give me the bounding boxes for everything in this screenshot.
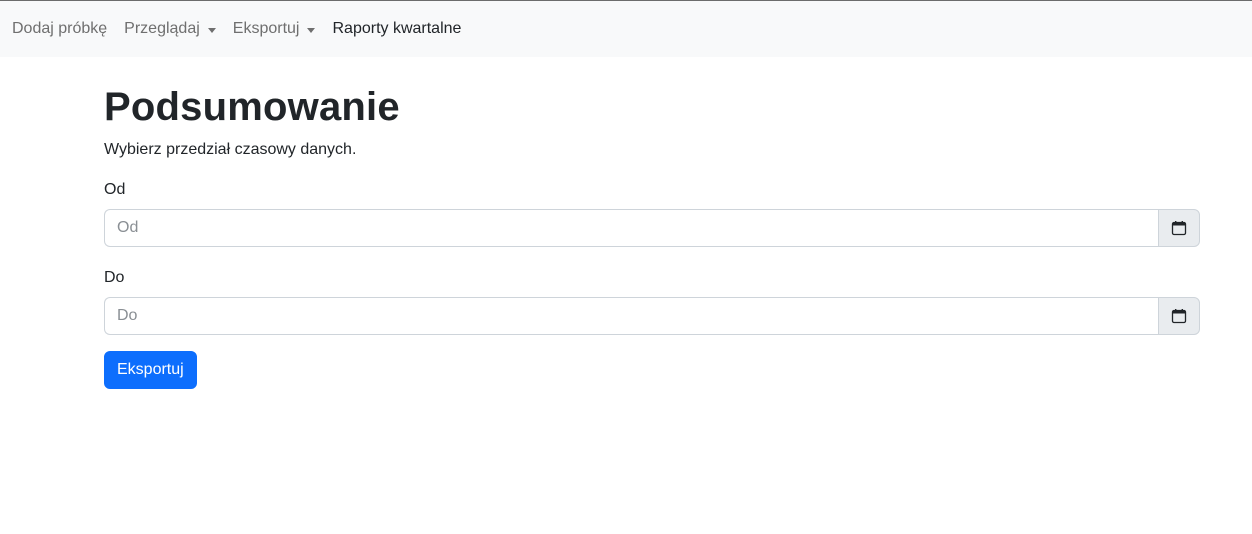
caret-down-icon <box>207 27 216 33</box>
page-title: Podsumowanie <box>104 85 400 129</box>
calendar-icon <box>1171 309 1187 324</box>
nav-item-label: Raporty kwartalne <box>332 20 462 37</box>
nav-item-add-sample[interactable]: Dodaj próbkę <box>12 20 107 38</box>
nav-item-label: Przeglądaj <box>124 20 200 37</box>
page-description: Wybierz przedział czasowy danych. <box>104 141 357 158</box>
nav-item-browse-dropdown[interactable]: Przeglądaj <box>124 20 216 38</box>
main-content: Podsumowanie Wybierz przedział czasowy d… <box>104 57 1200 389</box>
to-date-group <box>104 297 1200 335</box>
from-calendar-button[interactable] <box>1158 209 1200 247</box>
to-date-input[interactable] <box>104 297 1158 335</box>
from-date-input[interactable] <box>104 209 1158 247</box>
to-label: Do <box>104 269 125 286</box>
caret-down-icon <box>307 27 316 33</box>
export-button[interactable]: Eksportuj <box>104 351 197 389</box>
nav-item-export-dropdown[interactable]: Eksportuj <box>233 20 316 38</box>
nav-item-label: Eksportuj <box>232 20 300 37</box>
nav-item-quarterly-reports[interactable]: Raporty kwartalne <box>332 20 461 38</box>
from-label: Od <box>104 181 126 198</box>
to-calendar-button[interactable] <box>1158 297 1200 335</box>
nav-item-label: Dodaj próbkę <box>12 20 108 37</box>
navbar: Dodaj próbkę Przeglądaj Eksportuj Raport… <box>0 1 1252 57</box>
from-date-group <box>104 209 1200 247</box>
calendar-icon <box>1171 221 1187 236</box>
